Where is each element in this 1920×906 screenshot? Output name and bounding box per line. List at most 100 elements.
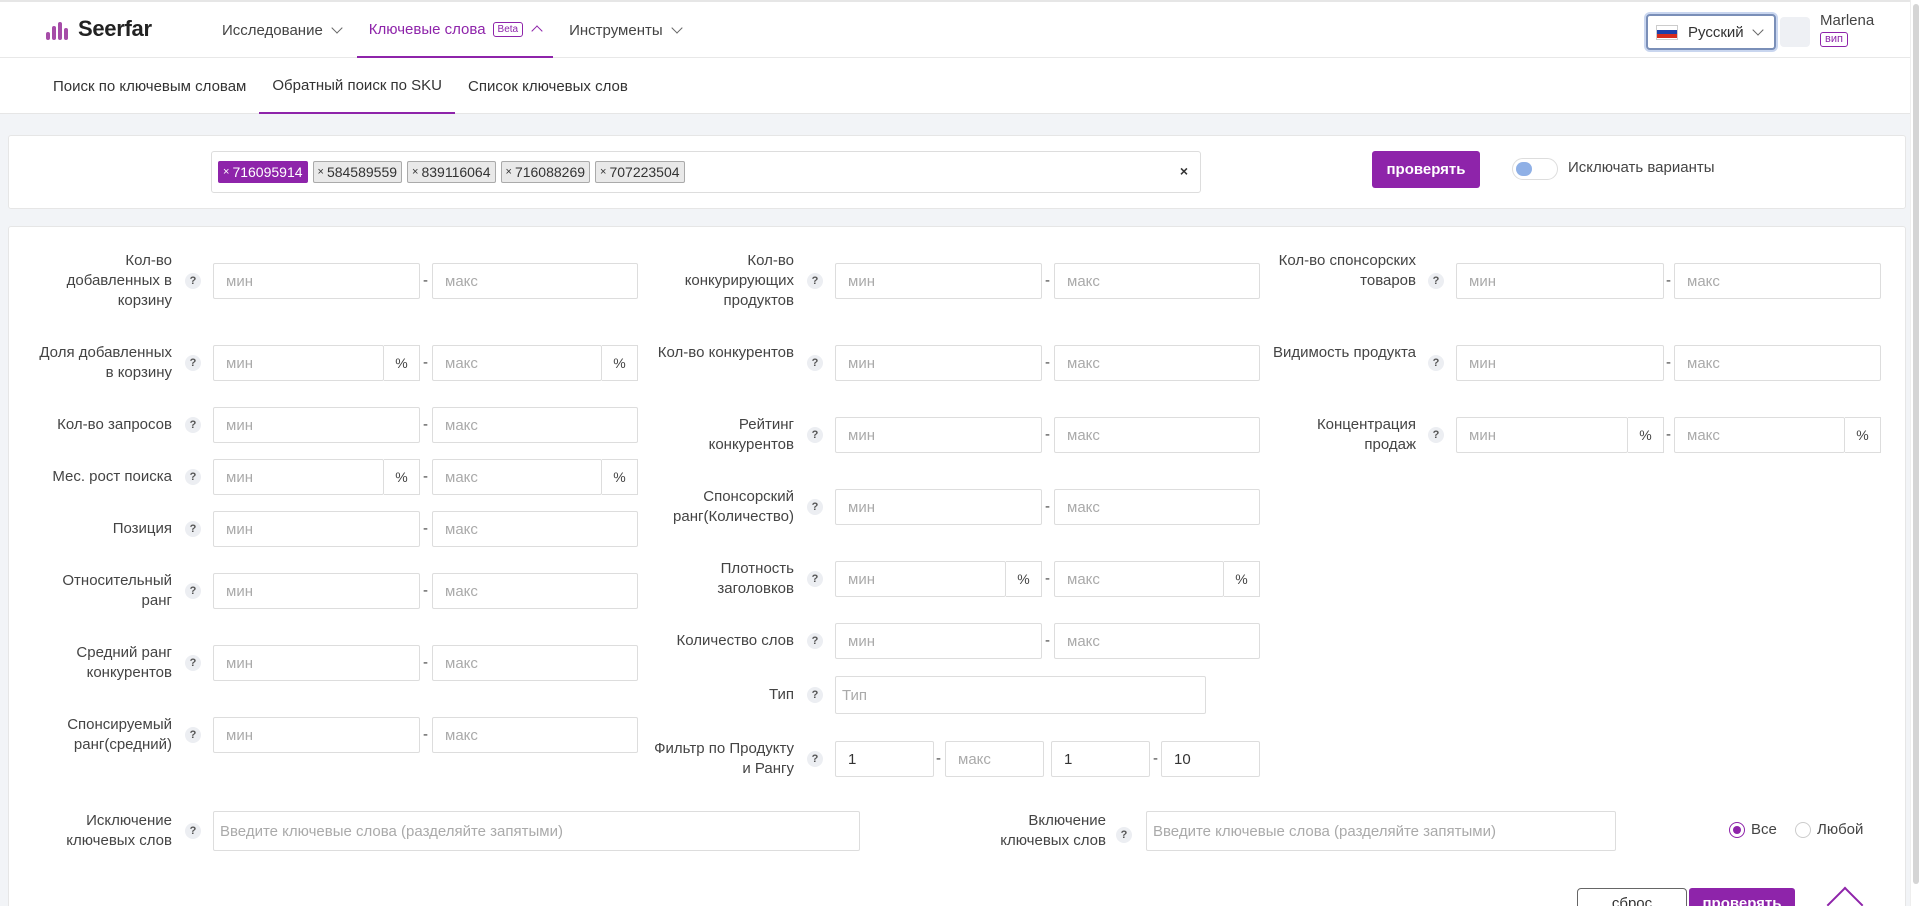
match-all-radio[interactable]: Все: [1729, 821, 1777, 838]
avg-competitor-rank-max-input[interactable]: [432, 645, 638, 681]
title-density-max-input[interactable]: [1054, 561, 1224, 597]
position-max-input[interactable]: [432, 511, 638, 547]
sponsored-rank-max-input[interactable]: [432, 717, 638, 753]
competitor-rating-max-input[interactable]: [1054, 417, 1260, 453]
help-icon[interactable]: ?: [807, 499, 823, 515]
sku-tag[interactable]: × 707223504: [595, 161, 685, 183]
remove-tag-icon[interactable]: ×: [318, 166, 324, 178]
cart-share-min-input[interactable]: [213, 345, 384, 381]
nav-research[interactable]: Исследование: [210, 2, 353, 58]
scrollbar[interactable]: [1910, 0, 1920, 906]
language-select[interactable]: Русский: [1646, 14, 1776, 50]
help-icon[interactable]: ?: [1428, 355, 1444, 371]
sponsor-rank-count-max-input[interactable]: [1054, 489, 1260, 525]
filter-label: Видимость продукта: [1272, 344, 1416, 361]
tab-reverse-sku-search[interactable]: Обратный поиск по SKU: [259, 58, 456, 114]
filter-label: Средний ранг конкурентов: [76, 644, 172, 681]
help-icon[interactable]: ?: [185, 469, 201, 485]
sponsor-rank-count-min-input[interactable]: [835, 489, 1042, 525]
help-icon[interactable]: ?: [185, 655, 201, 671]
help-icon[interactable]: ?: [807, 571, 823, 587]
word-count-min-input[interactable]: [835, 623, 1042, 659]
clear-icon[interactable]: ×: [1180, 163, 1188, 179]
help-icon[interactable]: ?: [185, 727, 201, 743]
remove-tag-icon[interactable]: ×: [600, 166, 606, 178]
product-visibility-max-input[interactable]: [1674, 345, 1881, 381]
include-keywords-input[interactable]: [1146, 811, 1616, 851]
title-density-min-input[interactable]: [835, 561, 1006, 597]
help-icon[interactable]: ?: [1116, 827, 1132, 843]
avg-competitor-rank-min-input[interactable]: [213, 645, 420, 681]
check-button-bottom[interactable]: проверять: [1689, 888, 1795, 906]
exclude-keywords-input[interactable]: [213, 811, 860, 851]
competitors-min-input[interactable]: [835, 345, 1042, 381]
add-to-cart-min-input[interactable]: [213, 263, 420, 299]
help-icon[interactable]: ?: [185, 417, 201, 433]
sponsored-rank-min-input[interactable]: [213, 717, 420, 753]
rank-filter-max-input[interactable]: [1161, 741, 1260, 777]
logo[interactable]: Seerfar: [46, 16, 152, 42]
help-icon[interactable]: ?: [807, 751, 823, 767]
product-visibility-min-input[interactable]: [1456, 345, 1664, 381]
sku-tags-input[interactable]: × 716095914 × 584589559 × 839116064 × 716088…: [211, 151, 1201, 193]
exclude-variants-toggle[interactable]: [1512, 158, 1558, 180]
percent-addon: %: [602, 459, 638, 495]
remove-tag-icon[interactable]: ×: [412, 166, 418, 178]
help-icon[interactable]: ?: [807, 355, 823, 371]
help-icon[interactable]: ?: [185, 273, 201, 289]
nav-keywords[interactable]: Ключевые слова Beta: [356, 2, 554, 58]
nav-tools[interactable]: Инструменты: [557, 2, 693, 58]
match-any-radio[interactable]: Любой: [1795, 821, 1863, 838]
sponsored-items-min-input[interactable]: [1456, 263, 1664, 299]
sponsored-items-max-input[interactable]: [1674, 263, 1881, 299]
sku-tag[interactable]: × 716095914: [218, 161, 308, 183]
competitors-max-input[interactable]: [1054, 345, 1260, 381]
sku-tag[interactable]: × 584589559: [312, 161, 403, 183]
help-icon[interactable]: ?: [807, 427, 823, 443]
filter-label: Спонсируемый ранг(средний): [67, 716, 172, 753]
help-icon[interactable]: ?: [807, 273, 823, 289]
help-icon[interactable]: ?: [807, 687, 823, 703]
filter-label: Мес. рост поиска: [52, 468, 172, 485]
scrollbar-thumb[interactable]: [1913, 4, 1919, 884]
word-count-max-input[interactable]: [1054, 623, 1260, 659]
position-min-input[interactable]: [213, 511, 420, 547]
help-icon[interactable]: ?: [185, 521, 201, 537]
relative-rank-min-input[interactable]: [213, 573, 420, 609]
sku-tag[interactable]: × 716088269: [500, 161, 591, 183]
remove-tag-icon[interactable]: ×: [506, 166, 512, 178]
help-icon[interactable]: ?: [807, 633, 823, 649]
exclude-variants-label: Исключать варианты: [1568, 159, 1715, 176]
sku-tag[interactable]: × 839116064: [407, 161, 496, 183]
type-select[interactable]: [835, 676, 1206, 714]
range-dash: -: [1045, 426, 1050, 443]
competing-products-min-input[interactable]: [835, 263, 1042, 299]
help-icon[interactable]: ?: [185, 355, 201, 371]
search-growth-min-input[interactable]: [213, 459, 384, 495]
product-rank-filter-max-input[interactable]: [945, 741, 1044, 777]
queries-max-input[interactable]: [432, 407, 638, 443]
user-menu[interactable]: Marlena вип: [1820, 12, 1874, 47]
check-button[interactable]: проверять: [1372, 151, 1480, 188]
rank-filter-min-input[interactable]: [1051, 741, 1150, 777]
help-icon[interactable]: ?: [185, 823, 201, 839]
sales-concentration-min-input[interactable]: [1456, 417, 1628, 453]
cart-share-max-input[interactable]: [432, 345, 602, 381]
competing-products-max-input[interactable]: [1054, 263, 1260, 299]
relative-rank-max-input[interactable]: [432, 573, 638, 609]
help-icon[interactable]: ?: [1428, 273, 1444, 289]
avatar[interactable]: [1780, 17, 1810, 47]
search-growth-max-input[interactable]: [432, 459, 602, 495]
product-rank-filter-min-input[interactable]: [835, 741, 934, 777]
remove-tag-icon[interactable]: ×: [223, 166, 229, 178]
tab-keyword-list[interactable]: Список ключевых слов: [455, 58, 641, 114]
logo-icon: [46, 18, 72, 40]
competitor-rating-min-input[interactable]: [835, 417, 1042, 453]
help-icon[interactable]: ?: [185, 583, 201, 599]
queries-min-input[interactable]: [213, 407, 420, 443]
reset-button[interactable]: сброс: [1577, 888, 1687, 906]
sales-concentration-max-input[interactable]: [1674, 417, 1845, 453]
help-icon[interactable]: ?: [1428, 427, 1444, 443]
add-to-cart-max-input[interactable]: [432, 263, 638, 299]
tab-keyword-search[interactable]: Поиск по ключевым словам: [40, 58, 259, 114]
